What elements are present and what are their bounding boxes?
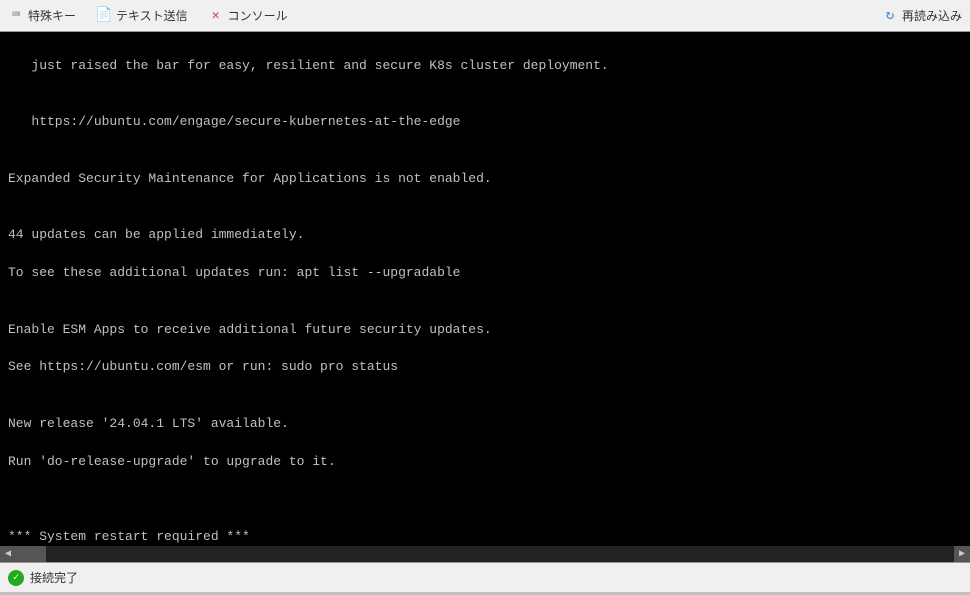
connection-status-text: 接続完了 bbox=[30, 569, 78, 586]
terminal-wrapper: just raised the bar for easy, resilient … bbox=[0, 32, 970, 562]
terminal-line: New release '24.04.1 LTS' available. bbox=[8, 415, 962, 434]
terminal-line: See https://ubuntu.com/esm or run: sudo … bbox=[8, 358, 962, 377]
text-send-button[interactable]: 📄 テキスト送信 bbox=[96, 7, 188, 24]
scroll-left-button[interactable]: ◀ bbox=[0, 546, 16, 562]
special-key-label: 特殊キー bbox=[28, 7, 76, 24]
reload-label: 再読み込み bbox=[902, 7, 962, 24]
close-icon: ✕ bbox=[208, 8, 224, 24]
reload-button[interactable]: ↻ 再読み込み bbox=[882, 7, 962, 24]
text-send-label: テキスト送信 bbox=[116, 7, 188, 24]
console-label: コンソール bbox=[228, 7, 288, 24]
special-key-button[interactable]: ⌨ 特殊キー bbox=[8, 7, 76, 24]
scrollbar-track[interactable] bbox=[16, 546, 954, 562]
scrollbar-thumb[interactable] bbox=[16, 546, 46, 562]
terminal-line: https://ubuntu.com/engage/secure-kuberne… bbox=[8, 113, 962, 132]
statusbar: ✓ 接続完了 bbox=[0, 562, 970, 592]
titlebar: ⌨ 特殊キー 📄 テキスト送信 ✕ コンソール ↻ 再読み込み bbox=[0, 0, 970, 32]
terminal-line: Enable ESM Apps to receive additional fu… bbox=[8, 321, 962, 340]
scroll-right-button[interactable]: ▶ bbox=[954, 546, 970, 562]
terminal-output[interactable]: just raised the bar for easy, resilient … bbox=[0, 32, 970, 554]
terminal-line: just raised the bar for easy, resilient … bbox=[8, 57, 962, 76]
terminal-line: 44 updates can be applied immediately. bbox=[8, 226, 962, 245]
reload-icon: ↻ bbox=[882, 8, 898, 24]
terminal-line: Expanded Security Maintenance for Applic… bbox=[8, 170, 962, 189]
console-button[interactable]: ✕ コンソール bbox=[208, 7, 288, 24]
horizontal-scrollbar[interactable]: ◀ ▶ bbox=[0, 546, 970, 562]
keyboard-icon: ⌨ bbox=[8, 8, 24, 24]
connection-status-icon: ✓ bbox=[8, 570, 24, 586]
titlebar-right: ↻ 再読み込み bbox=[882, 7, 962, 24]
terminal-line: Run 'do-release-upgrade' to upgrade to i… bbox=[8, 453, 962, 472]
terminal-line: To see these additional updates run: apt… bbox=[8, 264, 962, 283]
terminal-line: *** System restart required *** bbox=[8, 528, 962, 547]
document-icon: 📄 bbox=[96, 8, 112, 24]
check-icon: ✓ bbox=[13, 572, 19, 584]
